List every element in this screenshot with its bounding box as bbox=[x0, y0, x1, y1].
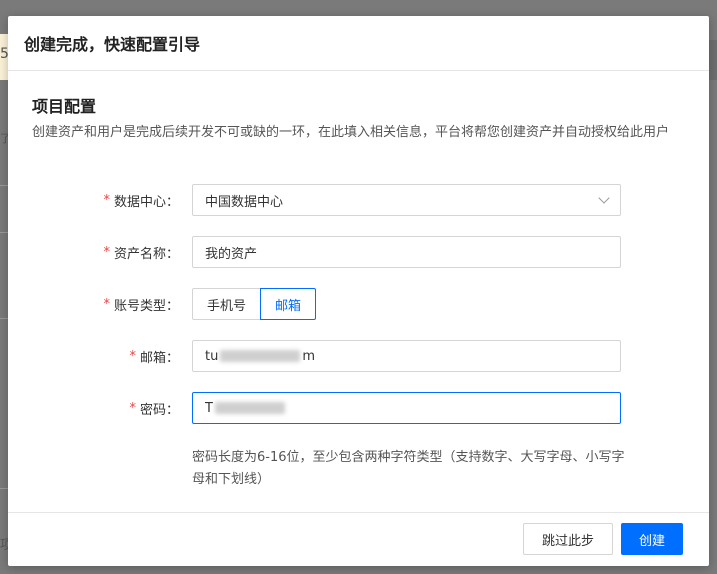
redacted-text bbox=[220, 350, 301, 362]
dialog-body: 项目配置 创建资产和用户是完成后续开发不可或缺的一环，在此填入相关信息，平台将帮… bbox=[8, 71, 709, 513]
data-center-value: 中国数据中心 bbox=[205, 194, 284, 210]
section-description: 创建资产和用户是完成后续开发不可或缺的一环，在此填入相关信息，平台将帮您创建资产… bbox=[32, 125, 670, 140]
dialog-title: 创建完成，快速配置引导 bbox=[24, 35, 201, 54]
create-button[interactable]: 创建 bbox=[621, 523, 683, 555]
account-type-email[interactable]: 邮箱 bbox=[260, 288, 317, 320]
required-mark: * bbox=[129, 400, 136, 416]
asset-name-input[interactable]: 我的资产 bbox=[192, 236, 621, 268]
background-divider bbox=[0, 318, 8, 319]
password-input[interactable]: T bbox=[192, 392, 621, 424]
data-center-label: * 数据中心： bbox=[103, 192, 179, 210]
required-mark: * bbox=[103, 244, 110, 260]
account-type-toggle: 手机号 邮箱 bbox=[192, 288, 621, 320]
form-row-account-type: * 账号类型： 手机号 邮箱 bbox=[8, 288, 709, 320]
form-row-email: * 邮箱： tu m bbox=[8, 340, 709, 372]
account-type-label: * 账号类型： bbox=[103, 296, 179, 314]
background-divider bbox=[0, 232, 8, 233]
background-divider bbox=[0, 185, 8, 186]
section-title: 项目配置 bbox=[32, 97, 97, 116]
form-row-data-center: * 数据中心： 中国数据中心 bbox=[8, 184, 709, 216]
required-mark: * bbox=[129, 348, 136, 364]
dialog-header: 创建完成，快速配置引导 bbox=[8, 16, 709, 71]
required-mark: * bbox=[103, 296, 110, 312]
chevron-down-icon bbox=[598, 192, 610, 204]
password-hint: 密码长度为6-16位，至少包含两种字符类型（支持数字、大写字母、小写字母和下划线… bbox=[192, 450, 625, 487]
background-divider bbox=[0, 488, 8, 489]
form-row-asset-name: * 资产名称： 我的资产 bbox=[8, 236, 709, 268]
email-label: * 邮箱： bbox=[129, 348, 179, 366]
skip-button[interactable]: 跳过此步 bbox=[523, 523, 613, 555]
redacted-text bbox=[214, 402, 285, 414]
password-label: * 密码： bbox=[129, 400, 179, 418]
asset-name-label: * 资产名称： bbox=[103, 244, 179, 262]
email-input[interactable]: tu m bbox=[192, 340, 621, 372]
form-row-password: * 密码： T bbox=[8, 392, 709, 424]
required-mark: * bbox=[103, 192, 110, 208]
dialog-footer: 跳过此步 创建 bbox=[8, 512, 709, 566]
data-center-select[interactable]: 中国数据中心 bbox=[192, 184, 621, 216]
setup-guide-dialog: 创建完成，快速配置引导 项目配置 创建资产和用户是完成后续开发不可或缺的一环，在… bbox=[8, 16, 709, 566]
account-type-phone[interactable]: 手机号 bbox=[192, 288, 262, 320]
